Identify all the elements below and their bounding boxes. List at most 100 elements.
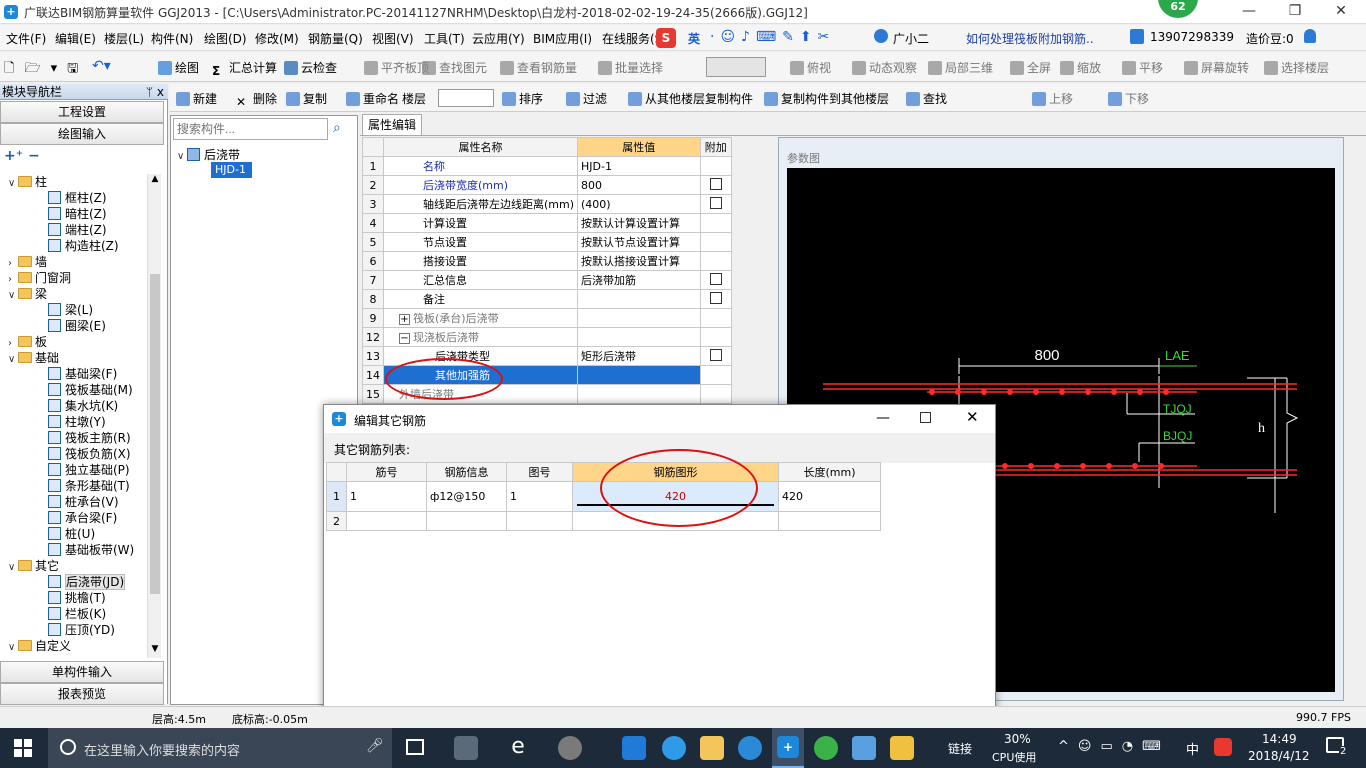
property-row-number[interactable]: 13 bbox=[362, 346, 384, 366]
tree-expander-icon[interactable]: ∨ bbox=[8, 640, 18, 656]
taskbar-active-app[interactable]: + bbox=[772, 728, 804, 768]
property-value-cell[interactable]: 800 bbox=[577, 175, 701, 195]
notification-badge[interactable]: 62 bbox=[1158, 0, 1198, 18]
comp-toolbar-btn-7[interactable]: 过滤 bbox=[566, 90, 607, 107]
property-value-cell[interactable]: 后浇带加筋 bbox=[577, 270, 701, 290]
menu-item-4[interactable]: 绘图(D) bbox=[204, 30, 247, 47]
attach-cell[interactable] bbox=[699, 232, 733, 252]
toolbar-btn-12[interactable]: 缩放 bbox=[1060, 59, 1101, 76]
link-label[interactable]: 链接 bbox=[948, 740, 972, 757]
property-name-cell[interactable]: 节点设置 bbox=[382, 232, 579, 252]
coins-label[interactable]: 造价豆:0 bbox=[1246, 30, 1294, 47]
comp-toolbar-btn-1[interactable]: ✕ 删除 bbox=[236, 90, 277, 109]
property-row-number[interactable]: 8 bbox=[362, 289, 384, 309]
dialog-minimize-button[interactable]: — bbox=[876, 410, 890, 426]
dialog-close-button[interactable]: ✕ bbox=[966, 408, 979, 426]
comp-tree-item-selected[interactable]: HJD-1 bbox=[211, 162, 252, 178]
tree-item[interactable]: ∨ 自定义 bbox=[8, 638, 71, 654]
attach-cell[interactable] bbox=[699, 327, 733, 347]
tree-item[interactable]: 柱墩(Y) bbox=[48, 414, 106, 430]
green-app-icon[interactable] bbox=[814, 736, 838, 760]
tree-item[interactable]: 基础梁(F) bbox=[48, 366, 117, 382]
tree-item[interactable]: ∨ 其它 bbox=[8, 558, 59, 574]
menu-item-2[interactable]: 楼层(L) bbox=[104, 30, 144, 47]
start-button-icon[interactable] bbox=[14, 739, 32, 757]
comp-toolbar-btn-0[interactable]: 新建 bbox=[176, 90, 217, 107]
property-value-cell[interactable] bbox=[577, 384, 701, 404]
tree-item[interactable]: 压顶(YD) bbox=[48, 622, 115, 638]
close-button[interactable]: ✕ bbox=[1318, 0, 1364, 24]
tree-item[interactable]: 栏板(K) bbox=[48, 606, 106, 622]
property-row[interactable]: 12− 现浇板后浇带 bbox=[362, 327, 733, 347]
tree-item[interactable]: 独立基础(P) bbox=[48, 462, 130, 478]
expand-collapse-all-icon[interactable]: +⁺ − bbox=[4, 148, 40, 164]
group-toggle-icon[interactable]: + bbox=[399, 314, 410, 325]
property-row-number[interactable]: 6 bbox=[362, 251, 384, 271]
tree-item[interactable]: 挑檐(T) bbox=[48, 590, 106, 606]
toolbar-btn-10[interactable]: 局部三维 bbox=[928, 59, 993, 76]
tree-expander-icon[interactable]: ∨ bbox=[8, 560, 18, 576]
sogou-tray-icon[interactable] bbox=[1214, 738, 1232, 756]
edge-legacy-icon[interactable]: e bbox=[506, 736, 530, 760]
edge-icon[interactable] bbox=[622, 736, 646, 760]
undo-icon[interactable]: ↶▾ bbox=[92, 58, 111, 74]
report-preview-button[interactable]: 报表预览 bbox=[0, 683, 164, 705]
property-row-number[interactable]: 4 bbox=[362, 213, 384, 233]
tree-item[interactable]: 基础板带(W) bbox=[48, 542, 134, 558]
dlg-row2-fig[interactable] bbox=[506, 511, 573, 531]
comp-toolbar-btn-6[interactable]: 排序 bbox=[502, 90, 543, 107]
attach-cell[interactable] bbox=[699, 308, 733, 328]
taskbar-app-8-icon[interactable] bbox=[852, 736, 876, 760]
property-row[interactable]: 2 后浇带宽度(mm) 800 bbox=[362, 175, 733, 195]
tab-property-edit[interactable]: 属性编辑 bbox=[362, 114, 422, 136]
drawing-input-button[interactable]: 绘图输入 bbox=[0, 123, 164, 145]
toolbar-btn-11[interactable]: 全屏 bbox=[1010, 59, 1051, 76]
tree-item[interactable]: 条形基础(T) bbox=[48, 478, 130, 494]
taskbar-search-box[interactable]: 在这里输入你要搜索的内容 🎤︎ bbox=[48, 728, 392, 768]
toolbar-btn-14[interactable]: 屏幕旋转 bbox=[1184, 59, 1249, 76]
menu-item-3[interactable]: 构件(N) bbox=[151, 30, 193, 47]
toolbar-btn-9[interactable]: 动态观察 bbox=[852, 59, 917, 76]
glodon-g-icon[interactable] bbox=[738, 736, 762, 760]
property-value-cell[interactable] bbox=[577, 365, 701, 385]
toolbar-btn-1[interactable]: Σ 汇总计算 bbox=[212, 59, 277, 78]
tree-expander-icon[interactable]: ∨ bbox=[8, 288, 18, 304]
component-search-input[interactable] bbox=[173, 118, 328, 140]
clock-time[interactable]: 14:49 bbox=[1262, 732, 1297, 746]
attach-cell[interactable] bbox=[699, 213, 733, 233]
menu-item-9[interactable]: 云应用(Y) bbox=[472, 30, 525, 47]
attach-checkbox[interactable] bbox=[709, 272, 722, 285]
attach-cell[interactable] bbox=[699, 289, 733, 309]
task-view-icon[interactable] bbox=[406, 739, 424, 755]
property-row-number[interactable]: 5 bbox=[362, 232, 384, 252]
dlg-row1-length[interactable]: 420 bbox=[778, 481, 881, 512]
property-row[interactable]: 8 备注 bbox=[362, 289, 733, 309]
tree-item[interactable]: 后浇带(JD) bbox=[48, 574, 126, 590]
property-value-cell[interactable]: 按默认节点设置计算 bbox=[577, 232, 701, 252]
dlg-row1-info[interactable]: ф12@150 bbox=[426, 481, 507, 512]
property-name-cell[interactable]: 搭接设置 bbox=[382, 251, 579, 271]
toolbar-btn-2[interactable]: 云检查 bbox=[284, 59, 337, 76]
project-settings-button[interactable]: 工程设置 bbox=[0, 101, 164, 123]
property-row[interactable]: 7 汇总信息 后浇带加筋 bbox=[362, 270, 733, 290]
input-lang[interactable]: 中 bbox=[1186, 739, 1199, 758]
comp-toolbar-btn-11[interactable]: 上移 bbox=[1032, 90, 1073, 107]
user-phone[interactable]: 13907298339 bbox=[1150, 30, 1234, 44]
minimize-button[interactable]: — bbox=[1226, 0, 1272, 24]
dlg-row1-no[interactable]: 1 bbox=[346, 481, 427, 512]
attach-cell[interactable] bbox=[699, 346, 733, 366]
maximize-button[interactable]: ❐ bbox=[1272, 0, 1318, 24]
property-row[interactable]: 9 + 筏板(承台)后浇带 bbox=[362, 308, 733, 328]
dlg-row2-no[interactable] bbox=[346, 511, 427, 531]
dlg-row2-num[interactable]: 2 bbox=[326, 511, 347, 531]
attach-checkbox[interactable] bbox=[709, 196, 722, 209]
file-explorer-icon[interactable] bbox=[700, 736, 724, 760]
property-row-number[interactable]: 12 bbox=[362, 327, 384, 347]
toolbar-btn-0[interactable]: 绘图 bbox=[158, 59, 199, 76]
assistant-icon[interactable] bbox=[874, 29, 888, 43]
dialog-maximize-button[interactable] bbox=[920, 412, 931, 423]
toolbar-btn-3[interactable]: 平齐板顶 bbox=[364, 59, 429, 76]
group-toggle-icon[interactable]: − bbox=[399, 333, 410, 344]
property-name-cell[interactable]: 计算设置 bbox=[382, 213, 579, 233]
attach-cell[interactable] bbox=[699, 194, 733, 214]
